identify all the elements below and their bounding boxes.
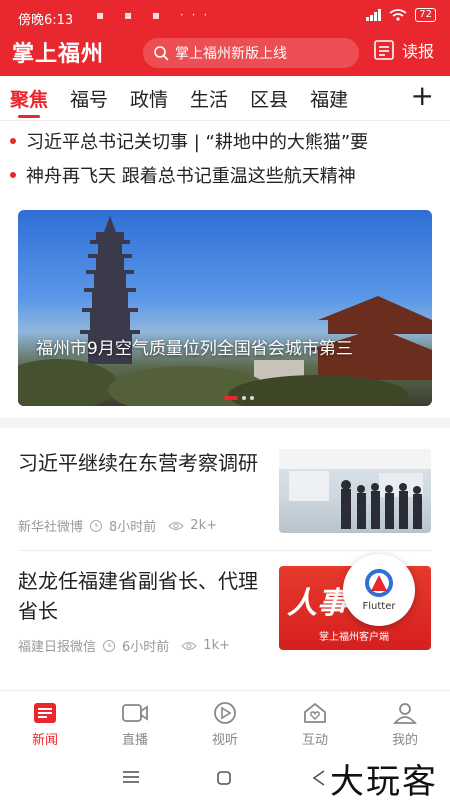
battery-indicator: 72 bbox=[415, 8, 436, 22]
headline-text: 神舟再飞天 跟着总书记重温这些航天精神 bbox=[26, 166, 356, 187]
banner-caption: 福州市9月空气质量位列全国省会城市第三 bbox=[36, 339, 353, 359]
headline-item[interactable]: 神舟再飞天 跟着总书记重温这些航天精神 bbox=[10, 162, 450, 188]
user-icon bbox=[393, 703, 417, 724]
card-divider bbox=[18, 550, 432, 551]
status-time: 傍晚6:13 bbox=[18, 13, 74, 28]
news-photo-illustration bbox=[279, 449, 431, 529]
search-input[interactable]: 掌上福州新版上线 bbox=[143, 38, 359, 68]
tab-politics[interactable]: 政情 bbox=[130, 85, 168, 112]
thumbnail-small-text: 掌上福州客户端 bbox=[319, 632, 389, 643]
news-views: 2k+ bbox=[190, 518, 217, 533]
headline-text: 习近平总书记关切事 | “耕地中的大熊猫”要 bbox=[26, 132, 369, 153]
channel-tabs: 聚焦 福号 政情 生活 区县 福建 bbox=[0, 80, 450, 118]
tab-fuhao[interactable]: 福号 bbox=[70, 85, 108, 112]
bullet-dot bbox=[10, 172, 16, 178]
tab-divider bbox=[0, 120, 450, 121]
bullet-dot bbox=[10, 138, 16, 144]
eye-icon bbox=[168, 520, 185, 532]
menu-icon[interactable] bbox=[122, 770, 140, 784]
tab-fujian[interactable]: 福建 bbox=[310, 85, 348, 112]
headline-item[interactable]: 习近平总书记关切事 | “耕地中的大熊猫”要 bbox=[10, 128, 450, 154]
clock-icon bbox=[89, 519, 103, 533]
thumbnail-big-text: 人事 bbox=[287, 586, 347, 621]
nav-interact[interactable]: 互动 bbox=[275, 691, 355, 756]
search-placeholder: 掌上福州新版上线 bbox=[175, 46, 287, 62]
status-bar: 傍晚6:13 ▪ ▪ ▪ ··· 72 bbox=[0, 0, 450, 30]
wifi-icon bbox=[389, 9, 407, 21]
app-header: 傍晚6:13 ▪ ▪ ▪ ··· 72 掌上福州 掌上福州新版上线 读报 bbox=[0, 0, 450, 76]
watermark-text: 大玩客 bbox=[330, 762, 438, 800]
back-icon[interactable] bbox=[312, 770, 326, 786]
nav-label: 视听 bbox=[211, 733, 238, 748]
nav-mine[interactable]: 我的 bbox=[365, 691, 445, 756]
search-icon bbox=[154, 46, 169, 61]
read-paper-button[interactable]: 读报 bbox=[372, 38, 434, 62]
video-icon bbox=[122, 704, 148, 722]
tab-districts[interactable]: 区县 bbox=[250, 85, 288, 112]
news-thumbnail[interactable] bbox=[279, 449, 431, 533]
carousel-indicator bbox=[224, 396, 254, 400]
nav-label: 直播 bbox=[121, 733, 148, 748]
news-views: 1k+ bbox=[203, 638, 230, 653]
section-gap bbox=[0, 418, 450, 428]
clock-icon bbox=[102, 639, 116, 653]
news-time: 8小时前 bbox=[109, 520, 157, 535]
nav-news[interactable]: 新闻 bbox=[5, 691, 85, 756]
nav-label: 新闻 bbox=[31, 733, 58, 748]
nav-audiovisual[interactable]: 视听 bbox=[185, 691, 265, 756]
news-icon bbox=[34, 703, 56, 723]
bottom-nav: 新闻 直播 视听 互动 我的 bbox=[0, 690, 450, 756]
flutter-badge[interactable]: Flutter bbox=[343, 554, 415, 626]
news-meta: 福建日报微信 6小时前 1k+ bbox=[18, 636, 230, 655]
flutter-logo-icon bbox=[365, 568, 393, 597]
notification-icons: ▪ ▪ ▪ ··· bbox=[96, 8, 216, 22]
status-right-icons: 72 bbox=[366, 8, 436, 22]
news-source: 福建日报微信 bbox=[18, 640, 97, 655]
nav-label: 我的 bbox=[391, 733, 418, 748]
pagoda-illustration bbox=[18, 216, 432, 406]
news-source: 新华社微博 bbox=[18, 520, 84, 535]
home-icon[interactable] bbox=[216, 770, 232, 786]
nav-label: 互动 bbox=[301, 733, 328, 748]
app-logo: 掌上福州 bbox=[12, 42, 105, 67]
eye-icon bbox=[181, 640, 198, 652]
news-meta: 新华社微博 8小时前 2k+ bbox=[18, 516, 217, 535]
play-icon bbox=[214, 702, 236, 724]
news-title[interactable]: 赵龙任福建省副省长、代理省长 bbox=[18, 566, 263, 626]
read-paper-label: 读报 bbox=[402, 42, 435, 61]
signal-icon bbox=[366, 9, 382, 21]
add-channel-icon[interactable]: + bbox=[411, 82, 434, 110]
tab-focus[interactable]: 聚焦 bbox=[10, 85, 48, 118]
news-time: 6小时前 bbox=[122, 640, 170, 655]
featured-banner[interactable]: 福州市9月空气质量位列全国省会城市第三 bbox=[18, 210, 432, 406]
tab-life[interactable]: 生活 bbox=[190, 85, 228, 112]
newspaper-icon bbox=[374, 40, 394, 60]
nav-live[interactable]: 直播 bbox=[95, 691, 175, 756]
flutter-label: Flutter bbox=[362, 600, 396, 612]
heart-home-icon bbox=[304, 702, 326, 723]
news-title[interactable]: 习近平继续在东营考察调研 bbox=[18, 448, 263, 478]
